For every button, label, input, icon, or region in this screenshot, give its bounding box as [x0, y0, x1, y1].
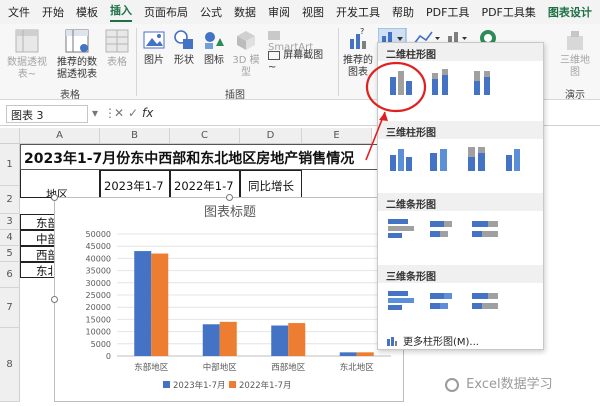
watermark-icon — [445, 377, 459, 392]
arrow-head — [379, 112, 388, 121]
watermark-text: Excel数据学习 — [466, 377, 553, 392]
annotation-overlay — [365, 61, 427, 161]
watermark: Excel数据学习 — [445, 373, 553, 392]
highlight-circle — [365, 61, 427, 113]
